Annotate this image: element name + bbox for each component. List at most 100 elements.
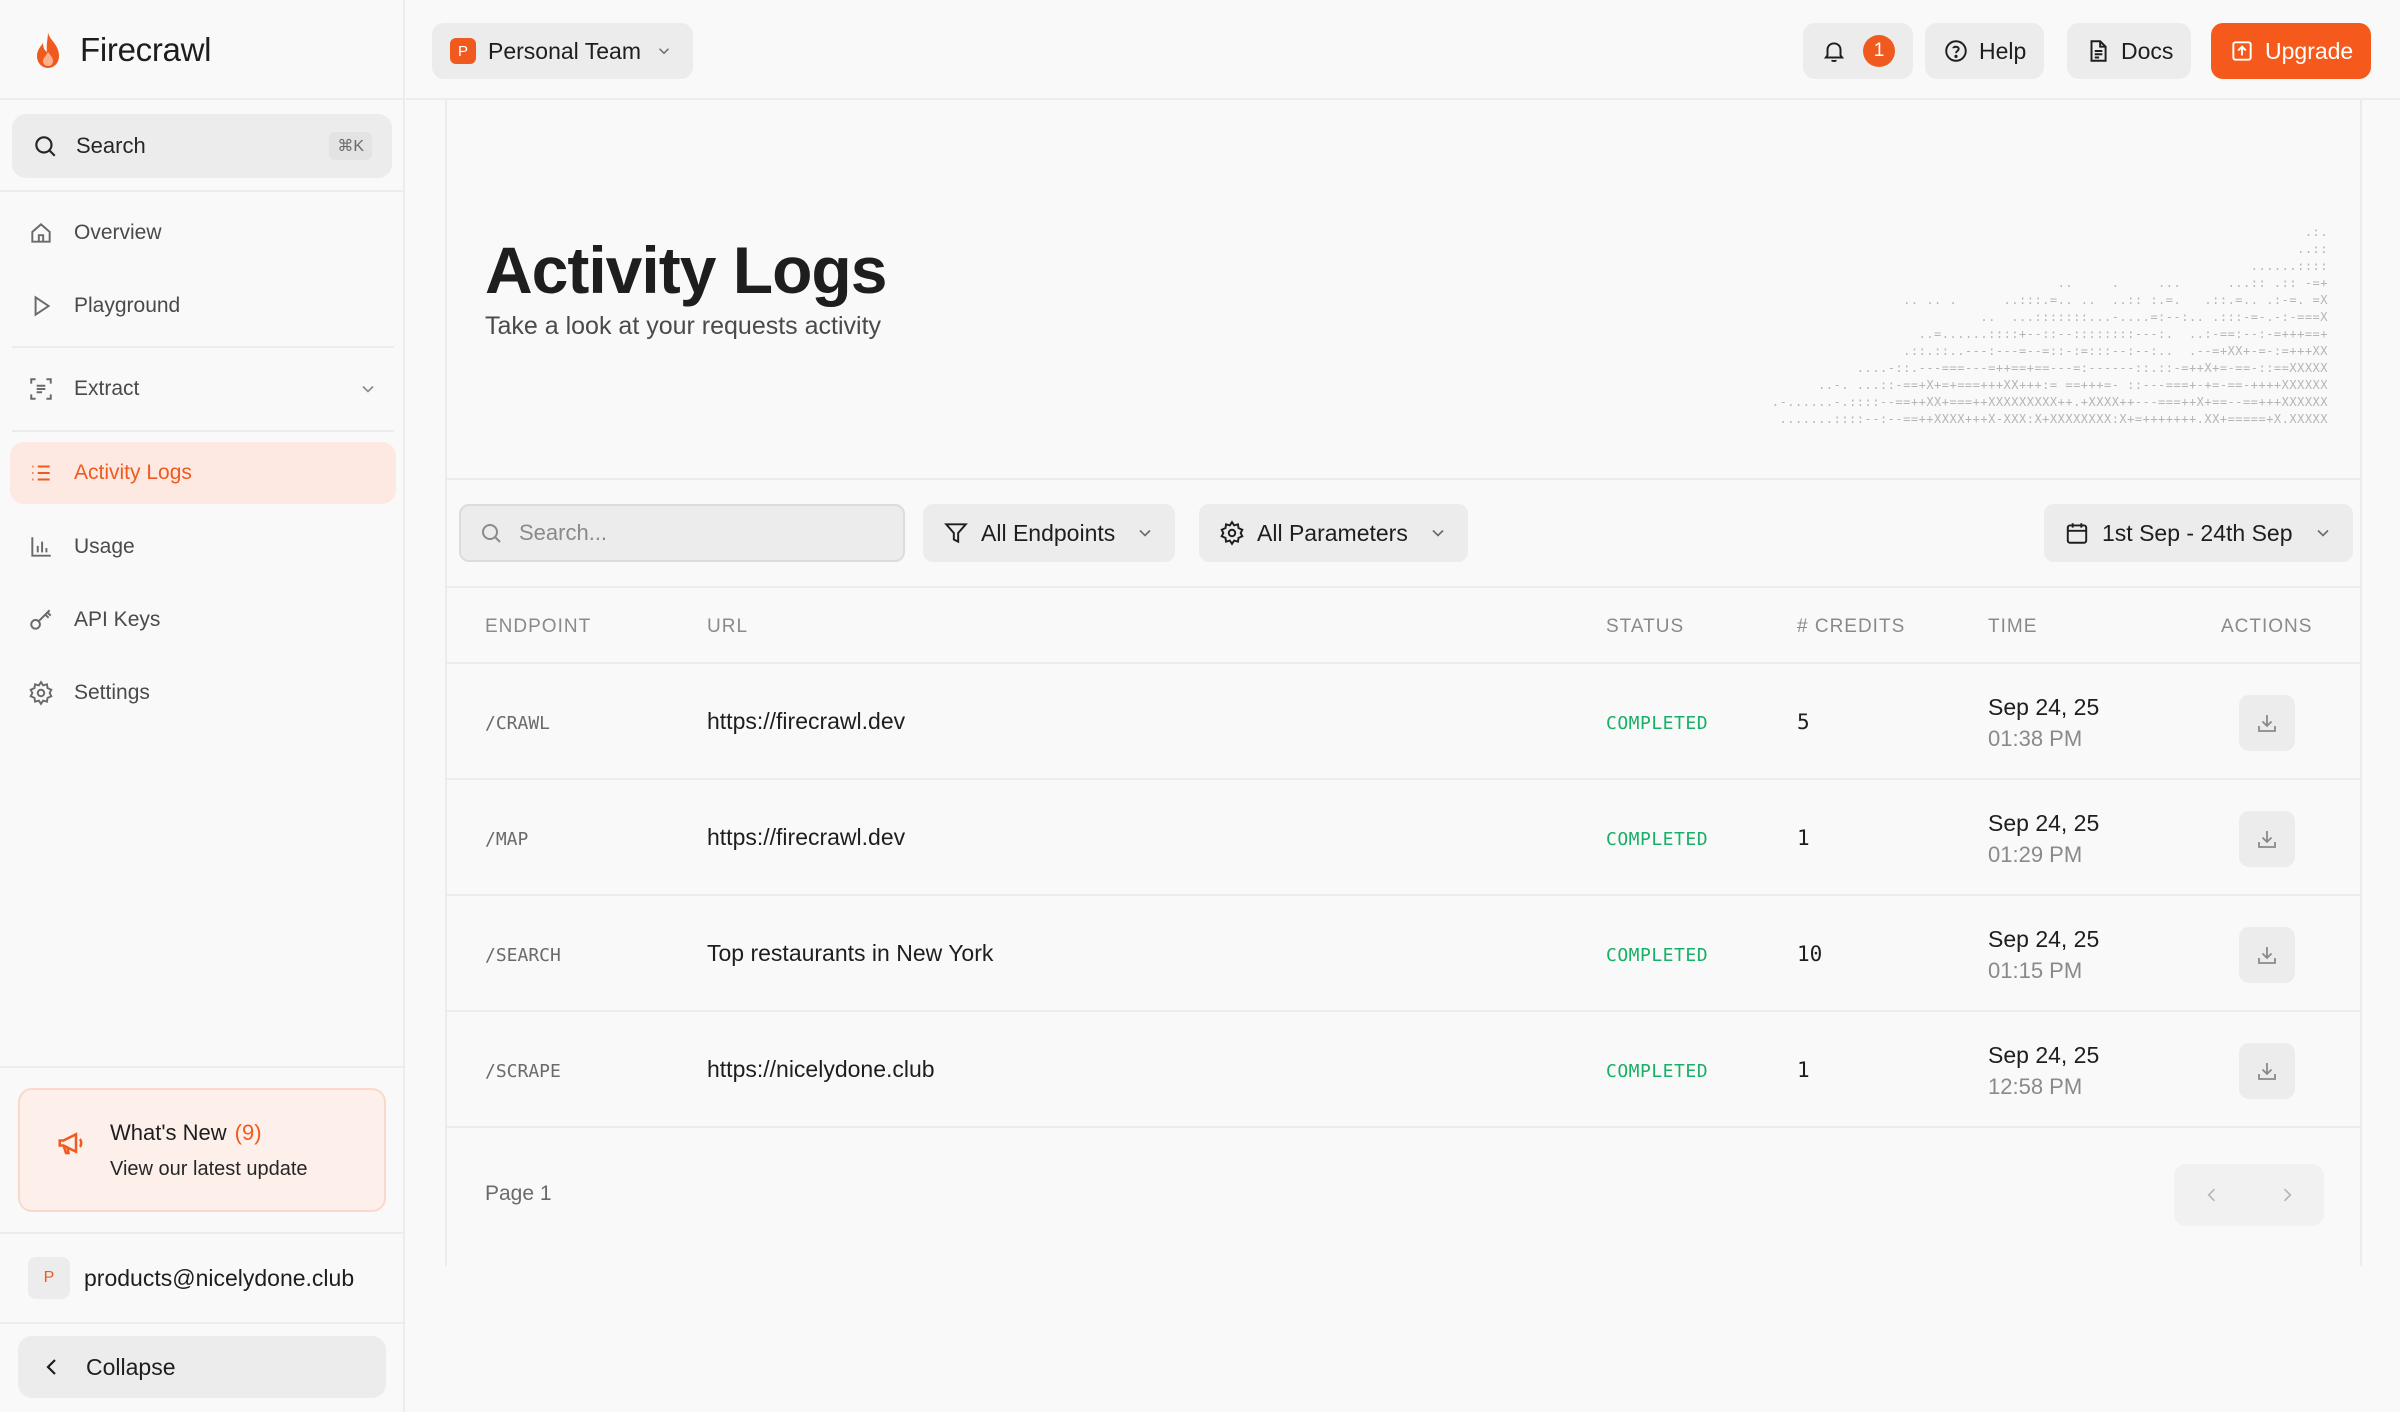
chevron-down-icon <box>658 48 670 55</box>
upgrade-icon <box>2232 41 2252 61</box>
sidebar-item-label: Activity Logs <box>74 461 192 484</box>
next-page-button[interactable] <box>2249 1164 2324 1226</box>
sidebar-item-settings[interactable]: Settings <box>10 662 396 724</box>
page-title: Activity Logs <box>485 233 887 307</box>
url-cell: https://firecrawl.dev <box>707 824 906 850</box>
endpoint-cell: /MAP <box>485 829 529 850</box>
whats-new-card[interactable]: What's New (9) View our latest update <box>18 1088 386 1212</box>
date-cell: Sep 24, 25 <box>1988 1042 2100 1068</box>
date-range-picker[interactable]: 1st Sep - 24th Sep <box>2044 504 2353 562</box>
bar-chart-icon <box>31 537 51 557</box>
url-cell: Top restaurants in New York <box>707 940 994 966</box>
filter-icon <box>944 523 968 544</box>
sidebar-item-label: Playground <box>74 294 181 317</box>
team-switcher[interactable]: P Personal Team <box>432 23 693 79</box>
collapse-label: Collapse <box>86 1353 176 1380</box>
sidebar-item-label: Extract <box>74 377 140 400</box>
sidebar-item-label: Settings <box>74 681 150 704</box>
divider <box>12 346 394 348</box>
column-header-credits: # CREDITS <box>1797 616 1906 637</box>
credits-cell: 1 <box>1797 1058 1810 1082</box>
key-icon <box>30 609 52 630</box>
flame-logo-icon <box>37 32 59 68</box>
docs-button[interactable]: Docs <box>2067 23 2192 79</box>
sidebar: Firecrawl Search ⌘K Overview Playground … <box>0 0 405 1412</box>
endpoint-cell: /SEARCH <box>485 945 561 966</box>
download-button[interactable] <box>2239 927 2295 983</box>
parameters-filter-dropdown[interactable]: All Parameters <box>1199 504 1468 562</box>
credits-cell: 5 <box>1797 710 1810 734</box>
home-icon <box>31 223 51 243</box>
sidebar-item-label: Overview <box>74 221 162 244</box>
sidebar-item-activity-logs[interactable]: Activity Logs <box>10 442 396 504</box>
download-icon <box>2258 715 2276 732</box>
credits-cell: 10 <box>1797 942 1823 966</box>
brand-name: Firecrawl <box>80 31 212 68</box>
table-row[interactable]: /MAP https://firecrawl.dev COMPLETED 1 S… <box>447 782 2360 896</box>
sidebar-item-playground[interactable]: Playground <box>10 275 396 337</box>
table-row[interactable]: /SCRAPE https://nicelydone.club COMPLETE… <box>447 1014 2360 1128</box>
bell-icon <box>1823 42 1845 62</box>
download-button[interactable] <box>2239 1043 2295 1099</box>
column-header-url: URL <box>707 616 749 637</box>
parameters-filter-label: All Parameters <box>1257 519 1408 546</box>
sidebar-item-overview[interactable]: Overview <box>10 202 396 264</box>
time-cell: 01:38 PM <box>1988 726 2083 751</box>
divider <box>0 1232 404 1234</box>
filter-bar: All Endpoints All Parameters 1st Sep - 2… <box>447 482 2360 588</box>
chevron-down-icon <box>1139 529 1151 537</box>
notifications-button[interactable]: 1 <box>1803 23 1913 79</box>
megaphone-icon <box>58 1132 83 1155</box>
global-search-button[interactable]: Search ⌘K <box>12 114 392 178</box>
upgrade-button[interactable]: Upgrade <box>2211 23 2372 79</box>
status-badge: COMPLETED <box>1606 945 1709 966</box>
status-badge: COMPLETED <box>1606 829 1709 850</box>
status-badge: COMPLETED <box>1606 1061 1709 1082</box>
gear-icon <box>1220 520 1244 546</box>
download-icon <box>2258 947 2276 964</box>
calendar-icon <box>2066 523 2088 544</box>
download-button[interactable] <box>2239 695 2295 751</box>
gear-icon <box>29 680 53 706</box>
status-badge: COMPLETED <box>1606 713 1709 734</box>
sidebar-item-extract[interactable]: Extract <box>10 358 396 420</box>
upgrade-label: Upgrade <box>2265 37 2354 64</box>
column-header-actions: ACTIONS <box>2221 616 2313 637</box>
help-button[interactable]: Help <box>1925 23 2045 79</box>
search-label: Search <box>76 133 146 158</box>
extract-icon <box>30 378 52 400</box>
endpoints-filter-dropdown[interactable]: All Endpoints <box>923 504 1176 562</box>
ascii-art-decoration: .:. ..:: ......:::: .. . ... ...:: .:: -… <box>1771 225 2328 426</box>
pagination: Page 1 <box>447 1126 2360 1266</box>
search-icon <box>35 136 56 157</box>
whats-new-subtitle: View our latest update <box>110 1158 308 1180</box>
chevron-left-icon <box>2206 1188 2215 1202</box>
table-row[interactable]: /CRAWL https://firecrawl.dev COMPLETED 5… <box>447 666 2360 780</box>
table-header: ENDPOINT URL STATUS # CREDITS TIME ACTIO… <box>447 590 2360 664</box>
sidebar-item-usage[interactable]: Usage <box>10 516 396 578</box>
account-menu[interactable]: P products@nicelydone.club <box>28 1256 354 1300</box>
team-name: Personal Team <box>488 37 641 64</box>
sidebar-item-label: API Keys <box>74 608 161 631</box>
team-badge: P <box>450 38 476 64</box>
time-cell: 01:15 PM <box>1988 958 2083 983</box>
previous-page-button[interactable] <box>2174 1164 2249 1226</box>
table-row[interactable]: /SEARCH Top restaurants in New York COMP… <box>447 898 2360 1012</box>
divider <box>0 1322 404 1324</box>
search-shortcut: ⌘K <box>329 132 372 160</box>
pagination-controls <box>2174 1164 2324 1226</box>
date-cell: Sep 24, 25 <box>1988 810 2100 836</box>
time-cell: 01:29 PM <box>1988 842 2083 867</box>
search-input[interactable] <box>519 520 879 546</box>
notification-count-badge: 1 <box>1863 35 1895 67</box>
account-email: products@nicelydone.club <box>84 1264 355 1291</box>
column-header-endpoint: ENDPOINT <box>485 616 592 637</box>
sidebar-item-api-keys[interactable]: API Keys <box>10 589 396 651</box>
download-button[interactable] <box>2239 811 2295 867</box>
search-input-wrapper <box>459 504 905 562</box>
date-cell: Sep 24, 25 <box>1988 926 2100 952</box>
top-bar: P Personal Team 1 Help Docs Upgrade <box>406 0 2400 100</box>
collapse-sidebar-button[interactable]: Collapse <box>18 1336 386 1398</box>
brand[interactable]: Firecrawl <box>32 28 211 72</box>
whats-new-count: (9) <box>234 1120 262 1145</box>
